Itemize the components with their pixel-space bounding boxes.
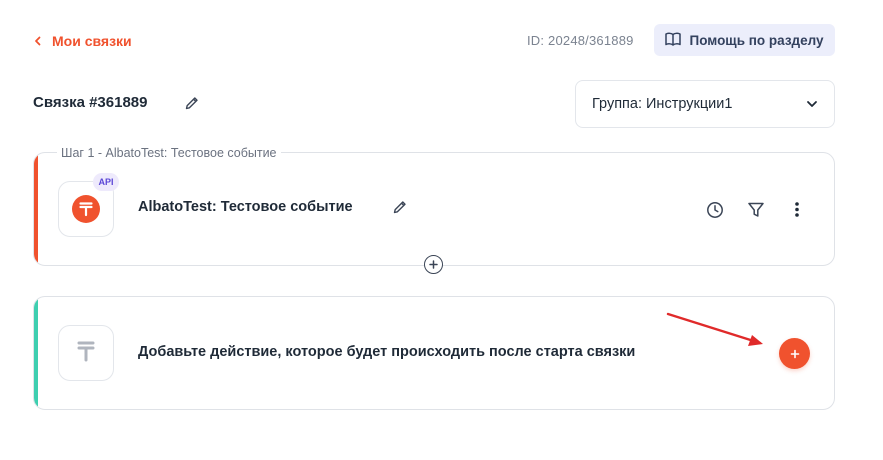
step-legend: Шаг 1 - AlbatoTest: Тестовое событие — [57, 146, 281, 160]
action-accent-bar — [34, 297, 38, 409]
edit-step-pencil-icon[interactable] — [392, 199, 408, 220]
more-vertical-icon[interactable] — [786, 198, 808, 220]
group-select[interactable]: Группа: Инструкции1 — [575, 80, 835, 128]
help-button[interactable]: Помощь по разделу — [654, 24, 835, 56]
app-logo-placeholder-icon — [77, 340, 95, 367]
filter-icon[interactable] — [745, 199, 767, 221]
action-app-tile-placeholder — [58, 325, 114, 381]
chevron-down-icon — [806, 96, 818, 112]
back-link[interactable]: Мои связки — [34, 30, 132, 52]
edit-title-pencil-icon[interactable] — [184, 95, 200, 116]
chevron-left-icon — [34, 36, 42, 46]
add-action-plus-button[interactable] — [779, 338, 810, 369]
group-select-value: Группа: Инструкции1 — [592, 96, 733, 112]
api-badge: API — [93, 173, 119, 191]
back-link-label: Мои связки — [52, 33, 132, 49]
connection-title: Связка #361889 — [33, 94, 148, 111]
book-icon — [665, 32, 682, 49]
connection-id: ID: 20248/361889 — [527, 33, 634, 48]
clock-icon[interactable] — [704, 199, 726, 221]
add-action-prompt: Добавьте действие, которое будет происхо… — [138, 344, 636, 360]
add-step-between-plus-circle-icon[interactable] — [424, 255, 443, 274]
help-button-label: Помощь по разделу — [689, 32, 824, 48]
arrow-annotation — [666, 312, 763, 346]
step-name: AlbatoTest: Тестовое событие — [138, 199, 353, 215]
app-logo-icon — [72, 195, 100, 223]
step-accent-bar — [34, 153, 38, 265]
